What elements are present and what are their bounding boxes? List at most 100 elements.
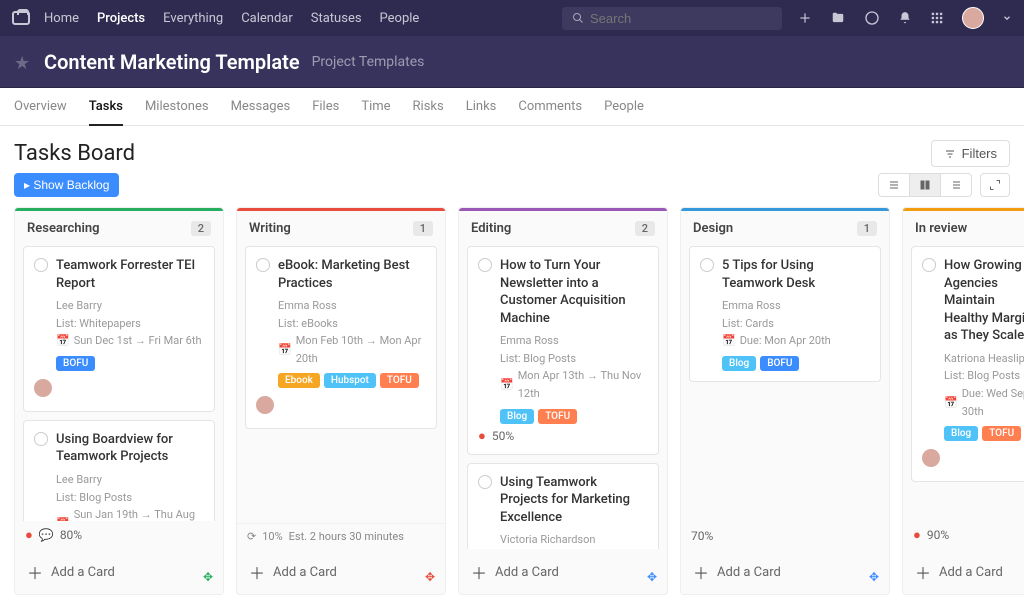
nav-people[interactable]: People bbox=[380, 11, 420, 26]
corner-icon[interactable]: ✥ bbox=[203, 570, 213, 584]
column-researching: Researching 2 Teamwork Forrester TEI Repo… bbox=[14, 207, 224, 595]
board: Researching 2 Teamwork Forrester TEI Repo… bbox=[0, 207, 1024, 595]
plus-icon: ＋ bbox=[27, 560, 43, 584]
percent: 50% bbox=[492, 429, 514, 443]
tab-comments[interactable]: Comments bbox=[518, 89, 582, 124]
add-card-button[interactable]: ＋Add a Card bbox=[681, 549, 889, 594]
add-card-button[interactable]: ＋ Add a Card bbox=[459, 549, 667, 594]
alert-icon: ● bbox=[478, 428, 486, 444]
plus-icon[interactable] bbox=[798, 11, 812, 25]
tab-people[interactable]: People bbox=[604, 89, 644, 124]
add-card-label: Add a Card bbox=[51, 565, 115, 580]
card-date: 📅 Sun Jan 19th → Thu Aug 13th bbox=[56, 506, 204, 521]
column-count: 2 bbox=[191, 221, 211, 236]
check-icon[interactable] bbox=[34, 258, 48, 272]
plus-icon: ＋ bbox=[249, 560, 265, 584]
avatar bbox=[34, 379, 52, 397]
search-box[interactable] bbox=[562, 7, 782, 30]
card-assignee: Victoria Richardson bbox=[500, 531, 648, 549]
tag: Hubspot bbox=[324, 373, 376, 388]
check-icon[interactable] bbox=[478, 475, 492, 489]
corner-icon[interactable]: ✥ bbox=[647, 570, 657, 584]
add-card-button[interactable]: ＋ Add a Card bbox=[15, 549, 223, 594]
task-card[interactable]: 5 Tips for Using Teamwork Desk Emma Ross… bbox=[689, 246, 881, 382]
card-title: How Growing Agencies Maintain Healthy Ma… bbox=[944, 257, 1024, 345]
task-card[interactable]: How to Turn Your Newsletter into a Custo… bbox=[467, 246, 659, 455]
card-assignee: Katriona Heaslip bbox=[944, 350, 1024, 368]
card-title: 5 Tips for Using Teamwork Desk bbox=[722, 257, 870, 292]
check-icon[interactable] bbox=[922, 258, 936, 272]
search-input[interactable] bbox=[590, 11, 772, 26]
tab-links[interactable]: Links bbox=[466, 89, 497, 124]
check-icon[interactable] bbox=[700, 258, 714, 272]
card-assignee: Emma Ross bbox=[500, 332, 648, 350]
card-title: Teamwork Forrester TEI Report bbox=[56, 257, 204, 292]
task-card[interactable]: How Growing Agencies Maintain Healthy Ma… bbox=[911, 246, 1024, 482]
comment-icon: 💬 bbox=[39, 528, 54, 542]
chat-icon[interactable] bbox=[864, 10, 880, 26]
chevron-down-icon[interactable] bbox=[1002, 13, 1012, 23]
add-card-button[interactable]: ＋ Add a Card bbox=[237, 549, 445, 594]
tab-risks[interactable]: Risks bbox=[413, 89, 444, 124]
card-title: Using Teamwork Projects for Marketing Ex… bbox=[500, 474, 648, 527]
column-footer: ●90% bbox=[903, 521, 1024, 549]
tag: TOFU bbox=[982, 426, 1021, 441]
tab-overview[interactable]: Overview bbox=[14, 89, 67, 124]
card-list: List: Cards bbox=[722, 315, 870, 333]
show-backlog-button[interactable]: ▸ Show Backlog bbox=[14, 173, 119, 197]
logo-icon[interactable] bbox=[12, 11, 30, 25]
progress-pct: 10% bbox=[262, 530, 282, 543]
top-nav: Home Projects Everything Calendar Status… bbox=[44, 11, 419, 26]
column-title: Design bbox=[693, 221, 733, 236]
add-card-label: Add a Card bbox=[495, 565, 559, 580]
corner-icon[interactable]: ✥ bbox=[425, 570, 435, 584]
tab-files[interactable]: Files bbox=[312, 89, 339, 124]
tab-milestones[interactable]: Milestones bbox=[145, 89, 209, 124]
task-card[interactable]: Using Teamwork Projects for Marketing Ex… bbox=[467, 463, 659, 549]
column-title: In review bbox=[915, 221, 967, 236]
nav-home[interactable]: Home bbox=[44, 11, 79, 26]
star-icon[interactable]: ★ bbox=[14, 53, 32, 71]
tag: Blog bbox=[722, 356, 756, 371]
project-subnav: Overview Tasks Milestones Messages Files… bbox=[0, 88, 1024, 126]
topbar-icons bbox=[798, 7, 1012, 29]
expand-button[interactable] bbox=[980, 173, 1010, 197]
task-card[interactable]: Teamwork Forrester TEI Report Lee Barry … bbox=[23, 246, 215, 412]
corner-icon[interactable]: ✥ bbox=[869, 570, 879, 584]
column-title: Researching bbox=[27, 221, 100, 236]
card-assignee: Emma Ross bbox=[722, 297, 870, 315]
add-card-label: Add a Card bbox=[273, 565, 337, 580]
column-count: 2 bbox=[635, 221, 655, 236]
check-icon[interactable] bbox=[256, 258, 270, 272]
card-title: Using Boardview for Teamwork Projects bbox=[56, 431, 204, 466]
card-date: 📅 Sun Dec 1st → Fri Mar 6th bbox=[56, 332, 204, 350]
card-date: 📅 Due: Mon Apr 20th bbox=[722, 332, 870, 350]
user-avatar[interactable] bbox=[962, 7, 984, 29]
view-board[interactable] bbox=[910, 174, 941, 196]
folder-icon[interactable] bbox=[830, 11, 846, 25]
task-card[interactable]: Using Boardview for Teamwork Projects Le… bbox=[23, 420, 215, 521]
task-card[interactable]: eBook: Marketing Best Practices Emma Ros… bbox=[245, 246, 437, 429]
column-count: 1 bbox=[857, 221, 877, 236]
nav-projects[interactable]: Projects bbox=[97, 11, 145, 26]
view-list[interactable] bbox=[879, 174, 910, 196]
nav-statuses[interactable]: Statuses bbox=[311, 11, 362, 26]
plus-icon: ＋ bbox=[471, 560, 487, 584]
add-card-button[interactable]: ＋Add a Card bbox=[903, 549, 1024, 594]
nav-everything[interactable]: Everything bbox=[163, 11, 223, 26]
estimate: Est. 2 hours 30 minutes bbox=[289, 530, 404, 543]
apps-icon[interactable] bbox=[930, 11, 944, 25]
view-compact[interactable] bbox=[941, 174, 971, 196]
nav-calendar[interactable]: Calendar bbox=[241, 11, 293, 26]
card-date: 📅 Due: Wed Sep 30th bbox=[944, 385, 1024, 420]
card-assignee: Lee Barry bbox=[56, 297, 204, 315]
check-icon[interactable] bbox=[478, 258, 492, 272]
topbar: Home Projects Everything Calendar Status… bbox=[0, 0, 1024, 36]
tab-time[interactable]: Time bbox=[361, 89, 390, 124]
card-list: List: Blog Posts bbox=[56, 489, 204, 507]
filters-button[interactable]: Filters bbox=[931, 140, 1010, 167]
bell-icon[interactable] bbox=[898, 11, 912, 25]
tab-tasks[interactable]: Tasks bbox=[89, 89, 123, 126]
tab-messages[interactable]: Messages bbox=[231, 89, 291, 124]
check-icon[interactable] bbox=[34, 432, 48, 446]
